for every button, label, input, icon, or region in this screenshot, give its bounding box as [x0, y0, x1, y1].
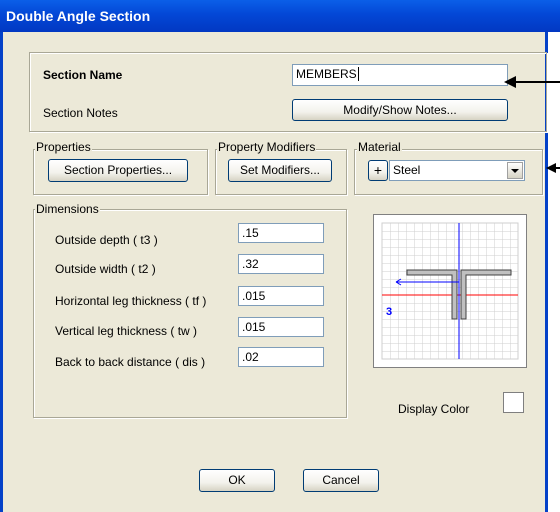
- vertical-leg-thickness-label: Vertical leg thickness ( tw ): [55, 324, 198, 338]
- dimensions-legend: Dimensions: [35, 202, 100, 216]
- outside-width-label: Outside width ( t2 ): [55, 262, 156, 276]
- display-color-swatch[interactable]: [503, 392, 524, 413]
- modify-notes-button[interactable]: Modify/Show Notes...: [292, 99, 508, 121]
- annotation-arrow-head-2-icon: [546, 163, 556, 173]
- horizontal-leg-thickness-input[interactable]: .015: [238, 286, 324, 306]
- section-properties-button[interactable]: Section Properties...: [48, 159, 188, 182]
- set-modifiers-button[interactable]: Set Modifiers...: [228, 159, 332, 182]
- material-legend: Material: [357, 140, 402, 154]
- grid-background: [381, 222, 519, 360]
- add-material-button[interactable]: +: [368, 160, 388, 181]
- material-selected-value: Steel: [393, 163, 421, 177]
- section-preview: 3: [373, 214, 527, 368]
- back-to-back-distance-input[interactable]: .02: [238, 347, 324, 367]
- vertical-leg-thickness-input[interactable]: .015: [238, 317, 324, 337]
- horizontal-leg-thickness-label: Horizontal leg thickness ( tf ): [55, 294, 207, 308]
- property-modifiers-legend: Property Modifiers: [217, 140, 317, 154]
- display-color-label: Display Color: [398, 402, 470, 416]
- cancel-button[interactable]: Cancel: [303, 469, 379, 492]
- title-bar[interactable]: Double Angle Section: [0, 0, 560, 32]
- section-notes-label: Section Notes: [43, 106, 118, 120]
- axis-3-label: 3: [386, 306, 393, 318]
- back-to-back-distance-value: .02: [242, 350, 259, 364]
- vertical-leg-thickness-value: .015: [242, 320, 266, 334]
- window-title: Double Angle Section: [6, 8, 151, 24]
- text-cursor: [357, 67, 359, 81]
- outside-depth-label: Outside depth ( t3 ): [55, 233, 158, 247]
- ok-button[interactable]: OK: [199, 469, 275, 492]
- outside-width-input[interactable]: .32: [238, 254, 324, 274]
- dialog-body: Section Name MEMBERS Section Notes Modif…: [0, 32, 548, 512]
- properties-legend: Properties: [35, 140, 92, 154]
- section-name-input[interactable]: MEMBERS: [292, 64, 508, 86]
- outside-width-value: .32: [242, 257, 259, 271]
- section-name-value: MEMBERS: [296, 67, 357, 81]
- annotation-arrow-head-1-icon: [504, 76, 516, 88]
- section-preview-graphic: [381, 222, 519, 360]
- back-to-back-distance-label: Back to back distance ( dis ): [55, 355, 206, 369]
- annotation-arrows: [504, 76, 560, 173]
- horizontal-leg-thickness-value: .015: [242, 289, 266, 303]
- outside-depth-input[interactable]: .15: [238, 223, 324, 243]
- outside-depth-value: .15: [242, 226, 259, 240]
- section-name-label: Section Name: [43, 68, 123, 82]
